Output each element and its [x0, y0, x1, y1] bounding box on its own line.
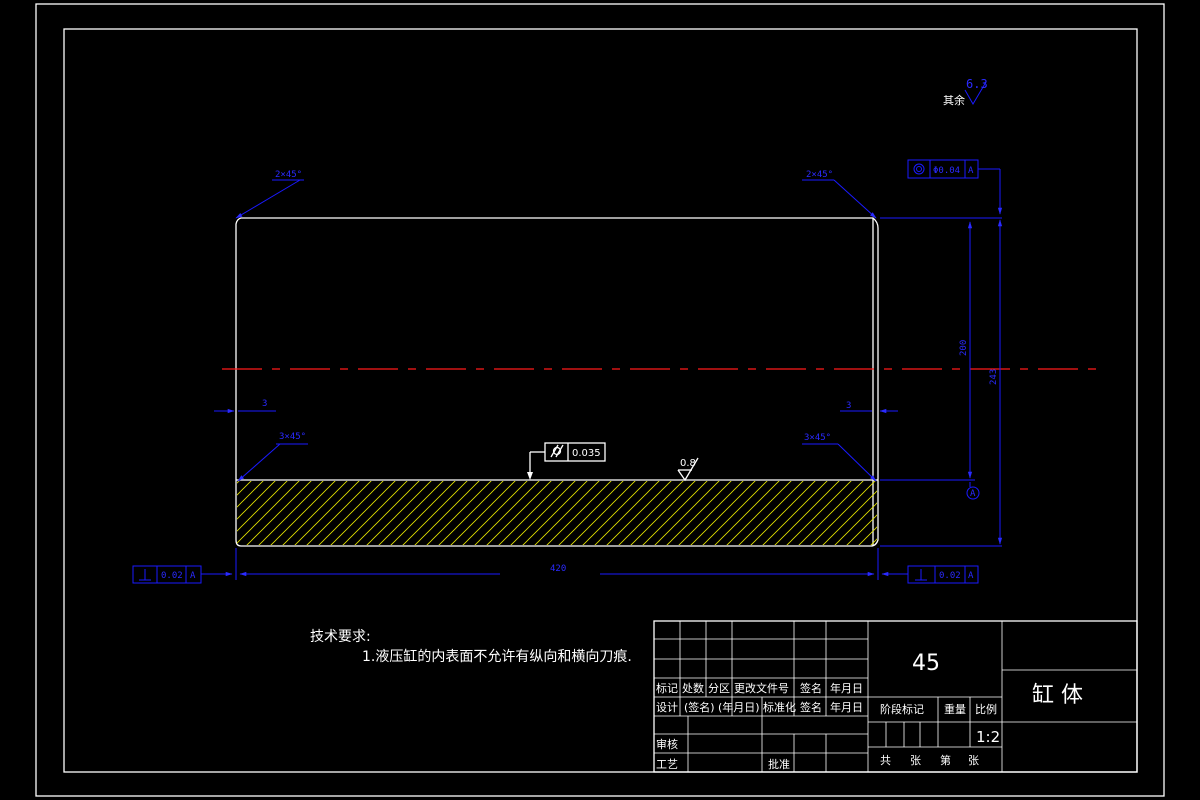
perpendicularity-right: 0.02 A: [881, 565, 979, 584]
tb-head-zone: 分区: [708, 682, 730, 695]
cylindricity-frame: 0.035: [527, 442, 606, 480]
dim-right-offset: 3: [846, 401, 851, 411]
chamfer-top-right: 2×45°: [806, 170, 833, 180]
chamfer-top-left: 2×45°: [275, 170, 302, 180]
cylindricity-value: 0.035: [572, 448, 601, 459]
dim-outer-height: 243: [989, 369, 999, 385]
tb-sheets-unit-1: 张: [910, 754, 921, 767]
dim-inner-height: 200: [959, 340, 969, 356]
tb-standard-sign: 签名: [800, 700, 822, 714]
tb-sheets-no: 第: [940, 753, 951, 767]
surface-finish-inner: 0.8: [677, 457, 699, 482]
section-hatch: [237, 481, 877, 545]
length-dim: 420: [235, 548, 879, 580]
chamfer-bottom-left: 3×45°: [279, 432, 306, 442]
offset-dims: 3 3: [214, 399, 898, 414]
perp-left-value: 0.02: [161, 571, 183, 581]
tb-standard-date: 年月日: [830, 700, 863, 714]
tb-stage-mark: 阶段标记: [880, 702, 924, 716]
perp-right-datum: A: [968, 571, 974, 581]
datum-a: A: [966, 482, 980, 500]
tb-part-name: 缸 体: [1032, 683, 1083, 708]
perp-left-datum: A: [190, 571, 196, 581]
dim-left-offset: 3: [262, 399, 267, 409]
tb-standard: 标准化: [763, 700, 796, 714]
technical-notes: 技术要求: 1.液压缸的内表面不允许有纵向和横向刀痕.: [310, 629, 632, 665]
coaxiality-datum: A: [968, 166, 974, 176]
dim-length: 420: [550, 564, 566, 574]
tb-sheets-total: 共: [880, 754, 891, 767]
tb-material: 45: [912, 651, 940, 676]
tb-head-mark: 标记: [656, 681, 678, 695]
tb-approve: 批准: [768, 757, 790, 771]
tb-ratio: 比例: [975, 702, 997, 716]
tb-design: 设计: [656, 701, 678, 714]
tb-design-sign: (签名): [684, 700, 715, 714]
cad-drawing: 其余 6.3 2×45° 2×45° 3×45° 3×45° 3 3 200 2…: [35, 3, 1165, 797]
surface-finish-value: 6.3: [966, 77, 988, 91]
chamfer-leaders: 2×45° 2×45° 3×45° 3×45°: [235, 170, 877, 482]
notes-title: 技术要求:: [310, 629, 371, 645]
part-outline: [235, 217, 879, 547]
surface-finish-general: 其余 6.3: [943, 77, 988, 107]
title-block: 标记 处数 分区 更改文件号 签名 年月日 设计 (签名) (年月日) 标准化 …: [653, 620, 1138, 773]
perp-right-value: 0.02: [939, 571, 961, 581]
vertical-dims: 200 243: [880, 217, 1003, 547]
chamfer-bottom-right: 3×45°: [804, 433, 831, 443]
perpendicularity-left: 0.02 A: [132, 565, 233, 584]
tb-process: 工艺: [656, 758, 678, 771]
surface-finish-label: 其余: [943, 93, 965, 107]
tb-design-date: (年月日): [718, 700, 760, 714]
tb-scale: 1:2: [976, 728, 1000, 746]
tb-weight: 重量: [944, 702, 966, 716]
tb-head-sign: 签名: [800, 681, 822, 695]
notes-item-1: 1.液压缸的内表面不允许有纵向和横向刀痕.: [362, 648, 632, 665]
outer-border: [35, 3, 1165, 797]
coaxiality-value: Φ0.04: [933, 166, 960, 176]
tb-head-count: 处数: [682, 682, 704, 695]
tb-sheets-unit-2: 张: [968, 754, 979, 767]
tb-head-date: 年月日: [830, 681, 863, 695]
tb-head-doc: 更改文件号: [734, 681, 789, 695]
tb-review: 审核: [656, 737, 678, 751]
surface-finish-inner-value: 0.8: [680, 458, 696, 469]
coaxiality-frame: Φ0.04 A: [907, 159, 1003, 215]
datum-a-label: A: [970, 489, 976, 499]
